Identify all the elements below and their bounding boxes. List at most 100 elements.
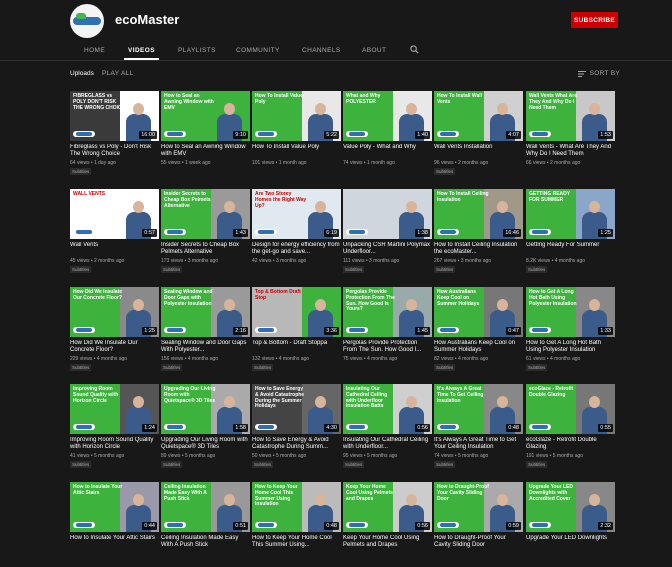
video-card[interactable]: How to Save Energy & Avoid Catastrophe D…	[252, 384, 341, 469]
video-title[interactable]: Top & Bottom - Draft Stoppa	[252, 340, 341, 347]
video-card[interactable]: What and Why POLYESTER 1:40 Value Poly - W…	[343, 91, 432, 176]
video-thumbnail[interactable]: ecoGlaze - Retrofit Double Glazing 0:55	[526, 384, 615, 434]
video-title[interactable]: Ceiling Insulation Made Easy With A Push…	[161, 535, 250, 549]
video-card[interactable]: WALL VENTS 0:57 Wall Vents 45 views • 2 mon…	[70, 189, 159, 274]
video-title[interactable]: How to Install Ceiling Insulation the ec…	[434, 242, 523, 256]
video-thumbnail[interactable]: It's Always A Great Time To Get Ceiling …	[434, 384, 523, 434]
video-title[interactable]: Wall Vents Installation	[434, 144, 523, 151]
video-title[interactable]: How to Get A Long Hot Bath Using Polyest…	[526, 340, 615, 354]
video-thumbnail[interactable]: What and Why POLYESTER 1:40	[343, 91, 432, 141]
video-title[interactable]: How Australians Keep Cool on Summer Holi…	[434, 340, 523, 354]
video-title[interactable]: Sealing Window and Door Gaps With Polyes…	[161, 340, 250, 354]
video-thumbnail[interactable]: Improving Room Sound Quality with Horizo…	[70, 384, 159, 434]
video-card[interactable]: How To Install Wall Vents 4:07 Wall Vents …	[434, 91, 523, 176]
video-card[interactable]: Improving Room Sound Quality with Horizo…	[70, 384, 159, 469]
play-all-button[interactable]: PLAY ALL	[102, 70, 133, 77]
video-title[interactable]: Wall Vents - What Are They And Why Do I …	[526, 144, 615, 158]
tab-about[interactable]: ABOUT	[362, 40, 386, 60]
video-thumbnail[interactable]: How Did We Insulate Our Concrete Floor? 1…	[70, 287, 159, 337]
video-title[interactable]: It's Always A Great Time to Get Your Cei…	[434, 437, 523, 451]
video-thumbnail[interactable]: Ceiling Insulation Made Easy With A Push…	[161, 482, 250, 532]
video-title[interactable]: Insulating Our Cathedral Ceiling with Un…	[343, 437, 432, 451]
video-card[interactable]: How Australians Keep Cool on Summer Holi…	[434, 287, 523, 372]
video-card[interactable]: How to Get A Long Hot Bath Using Polyest…	[526, 287, 615, 372]
video-title[interactable]: Insider Secrets to Cheap Box Pelmets Alt…	[161, 242, 250, 256]
video-thumbnail[interactable]: How to Keep Your Home Cool This Summer U…	[252, 482, 341, 532]
video-title[interactable]: Keep Your Home Cool Using Pelmets and Dr…	[343, 535, 432, 549]
video-thumbnail[interactable]: WALL VENTS 0:57	[70, 189, 159, 239]
video-title[interactable]: Upgrading Our Living Room with Quietspac…	[161, 437, 250, 451]
video-thumbnail[interactable]: Pergolas Provide Protection From The Sun…	[343, 287, 432, 337]
tab-videos[interactable]: VIDEOS	[124, 40, 159, 60]
video-title[interactable]: How to Insulate Your Attic Stairs	[70, 535, 159, 542]
video-thumbnail[interactable]: Insider Secrets to Cheap Box Pelmets Alt…	[161, 189, 250, 239]
video-thumbnail[interactable]: How to Insulate Your Attic Stairs 0:44	[70, 482, 159, 532]
search-icon[interactable]	[410, 45, 419, 54]
sort-by-button[interactable]: SORT BY	[577, 70, 620, 77]
video-thumbnail[interactable]: 1:38	[343, 189, 432, 239]
video-thumbnail[interactable]: How to Save Energy & Avoid Catastrophe D…	[252, 384, 341, 434]
video-card[interactable]: How to Keep Your Home Cool This Summer U…	[252, 482, 341, 567]
video-card[interactable]: Sealing Window and Door Gaps with Polyes…	[161, 287, 250, 372]
video-card[interactable]: How to Seal an Awning Window with EMV 9:1…	[161, 91, 250, 176]
video-card[interactable]: How Did We Insulate Our Concrete Floor? 1…	[70, 287, 159, 372]
video-title[interactable]: Unpacking CSR Martini Polymax Underfloor…	[343, 242, 432, 256]
video-thumbnail[interactable]: Upgrading Our Living Room with Quietspac…	[161, 384, 250, 434]
video-title[interactable]: How to Seal an Awning Window with EMV	[161, 144, 250, 158]
video-card[interactable]: It's Always A Great Time To Get Ceiling …	[434, 384, 523, 469]
video-thumbnail[interactable]: How to Seal an Awning Window with EMV 9:1…	[161, 91, 250, 141]
video-title[interactable]: How to Keep Your Home Cool This Summer U…	[252, 535, 341, 549]
video-card[interactable]: Pergolas Provide Protection From The Sun…	[343, 287, 432, 372]
video-card[interactable]: Wall Vents What Are They And Why Do I Ne…	[526, 91, 615, 176]
video-card[interactable]: Top & Bottom Draft Stop 3:36 Top & Bottom …	[252, 287, 341, 372]
video-thumbnail[interactable]: Wall Vents What Are They And Why Do I Ne…	[526, 91, 615, 141]
video-title[interactable]: Fibreglass vs Poly - Don't Risk The Wron…	[70, 144, 159, 158]
channel-avatar[interactable]	[70, 4, 104, 38]
video-card[interactable]: Insulating Our Cathedral Ceiling with Un…	[343, 384, 432, 469]
video-thumbnail[interactable]: How To Install Ceiling Insulation 16:46	[434, 189, 523, 239]
video-thumbnail[interactable]: How to Get A Long Hot Bath Using Polyest…	[526, 287, 615, 337]
video-card[interactable]: How to Insulate Your Attic Stairs 0:44 How…	[70, 482, 159, 567]
video-card[interactable]: ecoGlaze - Retrofit Double Glazing 0:55 ec…	[526, 384, 615, 469]
video-card[interactable]: GETTING READY FOR SUMMER 1:25 Getting Read…	[526, 189, 615, 274]
video-card[interactable]: FIBREGLASS vs POLY DON'T RISK THE WRONG …	[70, 91, 159, 176]
subscribe-button[interactable]: SUBSCRIBE	[571, 12, 618, 28]
video-title[interactable]: How Did We Insulate Our Concrete Floor?	[70, 340, 159, 354]
video-card[interactable]: Ceiling Insulation Made Easy With A Push…	[161, 482, 250, 567]
tab-channels[interactable]: CHANNELS	[302, 40, 341, 60]
video-title[interactable]: Pergolas Provide Protection From The Sun…	[343, 340, 432, 354]
video-card[interactable]: How to Draught-Proof Your Cavity Sliding…	[434, 482, 523, 567]
video-title[interactable]: Upgrade Your LED Downlights	[526, 535, 615, 542]
tab-playlists[interactable]: PLAYLISTS	[178, 40, 216, 60]
video-title[interactable]: Design for energy efficiency from the ge…	[252, 242, 341, 256]
video-title[interactable]: How To Install Value Poly	[252, 144, 341, 151]
video-title[interactable]: Wall Vents	[70, 242, 159, 249]
video-thumbnail[interactable]: How To Install Value Poly 5:22	[252, 91, 341, 141]
video-card[interactable]: How To Install Ceiling Insulation 16:46 Ho…	[434, 189, 523, 274]
video-thumbnail[interactable]: Insulating Our Cathedral Ceiling with Un…	[343, 384, 432, 434]
video-card[interactable]: Insider Secrets to Cheap Box Pelmets Alt…	[161, 189, 250, 274]
video-card[interactable]: How To Install Value Poly 5:22 How To Inst…	[252, 91, 341, 176]
video-title[interactable]: Improving Room Sound Quality with Horizo…	[70, 437, 159, 451]
video-thumbnail[interactable]: How to Draught-Proof Your Cavity Sliding…	[434, 482, 523, 532]
video-thumbnail[interactable]: Are Two Storey Homes the Right Way Up? 6:…	[252, 189, 341, 239]
video-card[interactable]: Upgrading Our Living Room with Quietspac…	[161, 384, 250, 469]
video-title[interactable]: ecoGlaze - Retrofit Double Glazing	[526, 437, 615, 451]
video-thumbnail[interactable]: How To Install Wall Vents 4:07	[434, 91, 523, 141]
video-thumbnail[interactable]: Keep Your Home Cool Using Pelmets and Dr…	[343, 482, 432, 532]
video-thumbnail[interactable]: Top & Bottom Draft Stop 3:36	[252, 287, 341, 337]
video-title[interactable]: Value Poly - What and Why	[343, 144, 432, 151]
video-thumbnail[interactable]: FIBREGLASS vs POLY DON'T RISK THE WRONG …	[70, 91, 159, 141]
video-thumbnail[interactable]: How Australians Keep Cool on Summer Holi…	[434, 287, 523, 337]
video-title[interactable]: Getting Ready For Summer	[526, 242, 615, 249]
video-card[interactable]: Are Two Storey Homes the Right Way Up? 6:…	[252, 189, 341, 274]
tab-community[interactable]: COMMUNITY	[236, 40, 280, 60]
video-title[interactable]: How to Save Energy & Avoid Catastrophe D…	[252, 437, 341, 451]
tab-home[interactable]: HOME	[84, 40, 105, 60]
video-card[interactable]: 1:38 Unpacking CSR Martini Polymax Underf…	[343, 189, 432, 274]
video-thumbnail[interactable]: GETTING READY FOR SUMMER 1:25	[526, 189, 615, 239]
video-card[interactable]: Upgrade Your LED Downlights with Accredi…	[526, 482, 615, 567]
video-thumbnail[interactable]: Upgrade Your LED Downlights with Accredi…	[526, 482, 615, 532]
video-title[interactable]: How to Draught-Proof Your Cavity Sliding…	[434, 535, 523, 549]
video-card[interactable]: Keep Your Home Cool Using Pelmets and Dr…	[343, 482, 432, 567]
